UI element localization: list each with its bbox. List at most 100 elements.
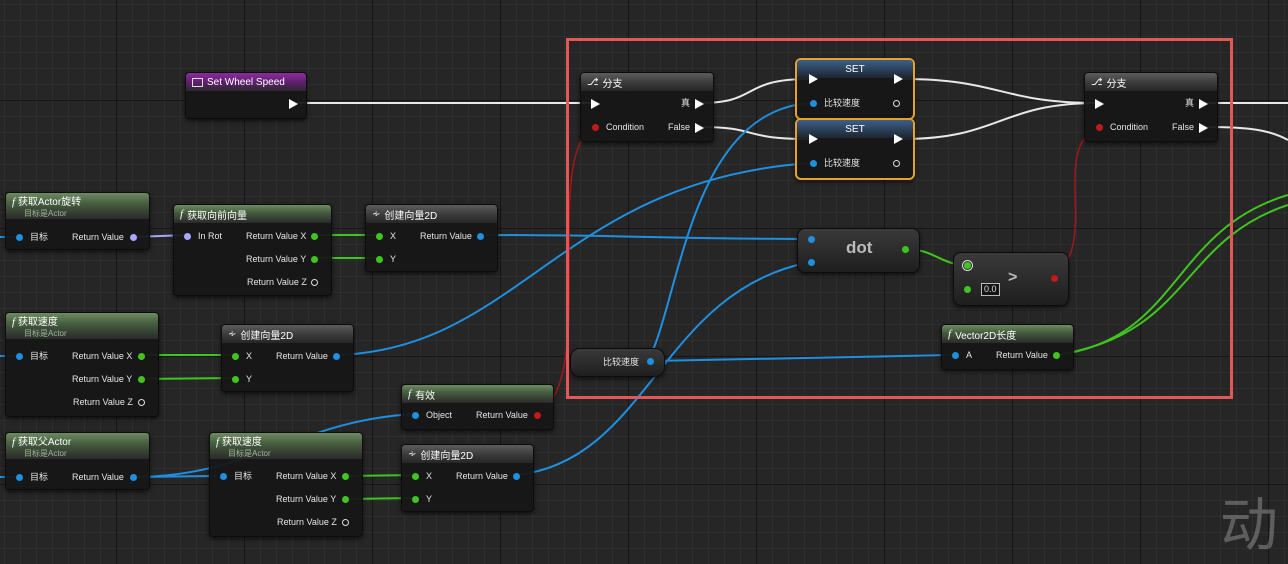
- pin-label: 目标: [30, 472, 49, 482]
- node-header: f 获取速度 目标是Actor: [6, 313, 158, 339]
- node-header: Set Wheel Speed: [186, 73, 306, 91]
- input-pin[interactable]: [376, 256, 383, 263]
- node-header: f 获取速度 目标是Actor: [210, 433, 362, 459]
- node-get-parent-actor[interactable]: f 获取父Actor 目标是Actor 目标 Return Value: [5, 432, 150, 490]
- pin-label: Return Value: [72, 232, 124, 242]
- output-pin[interactable]: [342, 519, 349, 526]
- node-subtitle: 目标是Actor: [24, 449, 67, 458]
- node-subtitle: 目标是Actor: [24, 209, 67, 218]
- node-header: ∻ 创建向量2D: [222, 325, 353, 343]
- function-icon: f: [180, 208, 184, 220]
- node-header: f 获取向前向量: [174, 205, 331, 223]
- node-header: ∻ 创建向量2D: [366, 205, 497, 223]
- pin-label: Return Value Z: [247, 277, 307, 287]
- node-header: f 获取Actor旋转 目标是Actor: [6, 193, 149, 219]
- pin-label: Return Value: [476, 410, 528, 420]
- function-icon: f: [216, 436, 220, 448]
- input-pin[interactable]: [232, 353, 239, 360]
- output-pin[interactable]: [342, 496, 349, 503]
- pin-label: Return Value Z: [73, 397, 133, 407]
- node-title: 创建向量2D: [240, 330, 294, 342]
- pin-label: Y: [426, 494, 433, 504]
- node-get-actor-rotation[interactable]: f 获取Actor旋转 目标是Actor 目标 Return Value: [5, 192, 150, 250]
- make-struct-icon: ∻: [228, 328, 237, 340]
- pin-label: Return Value Y: [246, 254, 307, 264]
- node-title: 创建向量2D: [420, 450, 474, 462]
- pin-label: 目标: [30, 351, 49, 361]
- function-icon: f: [408, 388, 412, 400]
- node-get-velocity[interactable]: f 获取速度 目标是Actor 目标 Return Value X Return …: [209, 432, 363, 537]
- input-pin[interactable]: [412, 412, 419, 419]
- node-title: 有效: [415, 390, 436, 402]
- pin-label: Y: [246, 374, 253, 384]
- output-pin[interactable]: [138, 399, 145, 406]
- node-title: 获取速度: [17, 317, 58, 328]
- pin-label: X: [390, 231, 397, 241]
- pin-label: Return Value X: [72, 351, 133, 361]
- node-header: f 获取父Actor 目标是Actor: [6, 433, 149, 459]
- node-title: Set Wheel Speed: [207, 76, 285, 88]
- input-pin[interactable]: [232, 376, 239, 383]
- node-title: 获取Actor旋转: [17, 197, 82, 208]
- node-title: 获取向前向量: [187, 210, 248, 222]
- function-icon: f: [12, 436, 16, 448]
- input-pin[interactable]: [16, 474, 23, 481]
- node-get-forward-vector[interactable]: f 获取向前向量 In Rot Return Value X Return Val…: [173, 204, 332, 296]
- pin-label: Return Value Z: [277, 517, 337, 527]
- node-make-vector2d[interactable]: ∻ 创建向量2D X Return Value Y: [221, 324, 354, 392]
- event-node-set-wheel-speed[interactable]: Set Wheel Speed: [185, 72, 307, 119]
- node-make-vector2d[interactable]: ∻ 创建向量2D X Return Value Y: [365, 204, 498, 272]
- pin-label: Return Value: [456, 471, 508, 481]
- node-is-valid[interactable]: f 有效 Object Return Value: [401, 384, 554, 430]
- make-struct-icon: ∻: [408, 448, 417, 460]
- pin-label: 目标: [30, 232, 49, 242]
- exec-out-pin[interactable]: [289, 99, 298, 109]
- pin-label: 目标: [234, 471, 253, 481]
- pin-label: Return Value X: [276, 471, 337, 481]
- pin-label: Return Value: [420, 231, 472, 241]
- input-pin[interactable]: [16, 353, 23, 360]
- selection-rectangle: [566, 38, 1233, 399]
- output-pin[interactable]: [333, 353, 340, 360]
- node-title: 获取父Actor: [17, 437, 72, 448]
- function-icon: f: [12, 316, 16, 328]
- output-pin[interactable]: [130, 234, 137, 241]
- output-pin[interactable]: [534, 412, 541, 419]
- input-pin[interactable]: [412, 496, 419, 503]
- make-struct-icon: ∻: [372, 208, 381, 220]
- output-pin[interactable]: [138, 376, 145, 383]
- output-pin[interactable]: [311, 233, 318, 240]
- function-icon: f: [12, 196, 16, 208]
- pin-label: X: [426, 471, 433, 481]
- output-pin[interactable]: [342, 473, 349, 480]
- input-pin[interactable]: [412, 473, 419, 480]
- node-header: ∻ 创建向量2D: [402, 445, 533, 463]
- pin-label: Return Value Y: [276, 494, 337, 504]
- node-make-vector2d[interactable]: ∻ 创建向量2D X Return Value Y: [401, 444, 534, 512]
- pin-label: Object: [426, 410, 453, 420]
- output-pin[interactable]: [477, 233, 484, 240]
- watermark-text: 动: [1220, 491, 1279, 559]
- node-subtitle: 目标是Actor: [228, 449, 271, 458]
- node-get-velocity[interactable]: f 获取速度 目标是Actor 目标 Return Value X Return …: [5, 312, 159, 417]
- node-title: 获取速度: [221, 437, 262, 448]
- input-pin[interactable]: [376, 233, 383, 240]
- node-header: f 有效: [402, 385, 553, 403]
- input-pin[interactable]: [220, 473, 227, 480]
- pin-label: Return Value Y: [72, 374, 133, 384]
- node-subtitle: 目标是Actor: [24, 329, 67, 338]
- input-pin[interactable]: [184, 233, 191, 240]
- pin-label: Return Value: [72, 472, 124, 482]
- output-pin[interactable]: [311, 279, 318, 286]
- output-pin[interactable]: [311, 256, 318, 263]
- node-title: 创建向量2D: [384, 210, 438, 222]
- output-pin[interactable]: [513, 473, 520, 480]
- output-pin[interactable]: [130, 474, 137, 481]
- output-pin[interactable]: [138, 353, 145, 360]
- pin-label: Return Value X: [246, 231, 307, 241]
- input-pin[interactable]: [16, 234, 23, 241]
- event-icon: [192, 77, 203, 87]
- pin-label: X: [246, 351, 253, 361]
- pin-label: Y: [390, 254, 397, 264]
- pin-label: Return Value: [276, 351, 328, 361]
